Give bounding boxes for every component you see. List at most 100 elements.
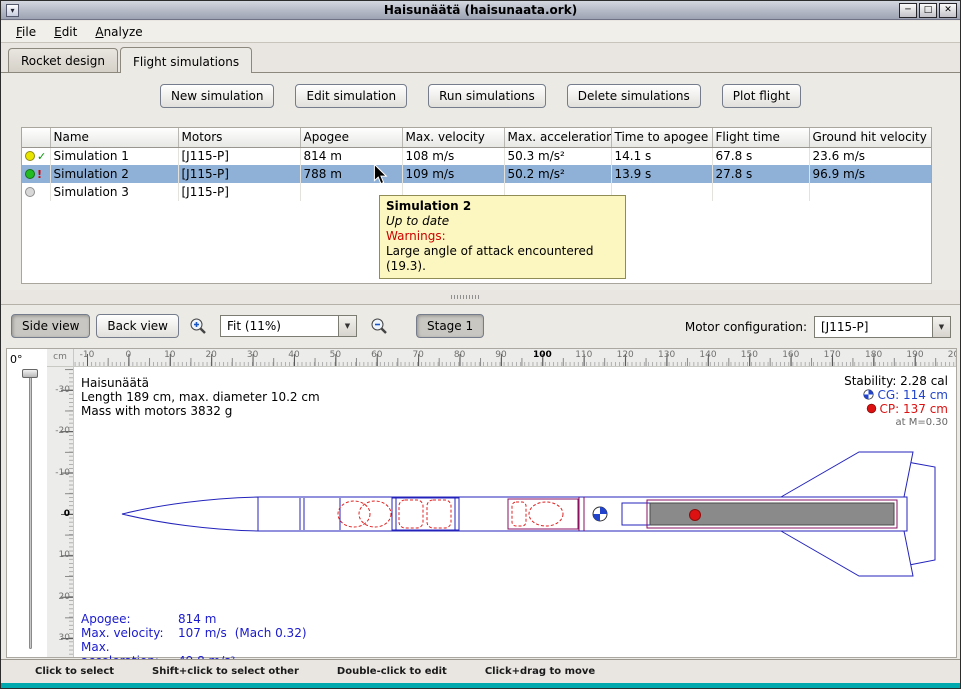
v-ruler-label: -30 bbox=[55, 385, 70, 395]
stability-mach: at M=0.30 bbox=[844, 416, 948, 430]
cell-time-to-apogee[interactable]: 14.1 s bbox=[611, 147, 712, 165]
cell-time-to-apogee[interactable] bbox=[611, 183, 712, 201]
col-max-velocity[interactable]: Max. velocity bbox=[402, 128, 504, 147]
rotation-slider-handle[interactable] bbox=[22, 369, 38, 378]
h-ruler-label: 120 bbox=[617, 350, 634, 360]
cell-name[interactable]: Simulation 3 bbox=[50, 183, 178, 201]
mouse-cursor-icon bbox=[373, 164, 390, 189]
new-simulation-button[interactable]: New simulation bbox=[160, 84, 275, 108]
zoom-out-button[interactable] bbox=[366, 314, 392, 338]
h-ruler-label: 60 bbox=[371, 350, 382, 360]
col-ground-hit-velocity[interactable]: Ground hit velocity bbox=[809, 128, 931, 147]
cell-max-acceleration[interactable]: 50.2 m/s² bbox=[504, 165, 611, 183]
v-ruler-label: -20 bbox=[55, 426, 70, 436]
status-cell: ✓ bbox=[22, 147, 50, 165]
rocket-mass: Mass with motors 3832 g bbox=[81, 404, 320, 418]
cell-motors[interactable]: [J115-P] bbox=[178, 165, 300, 183]
cell-name[interactable]: Simulation 2 bbox=[50, 165, 178, 183]
zoom-select[interactable]: Fit (11%) ▼ bbox=[220, 315, 357, 337]
cell-flight-time[interactable]: 67.8 s bbox=[712, 147, 809, 165]
cell-ground-hit-velocity[interactable] bbox=[809, 183, 931, 201]
tab-rocket-design[interactable]: Rocket design bbox=[8, 48, 118, 72]
h-ruler-label: 110 bbox=[575, 350, 592, 360]
cp-value: CP: 137 cm bbox=[880, 402, 948, 416]
side-view-button[interactable]: Side view bbox=[11, 314, 90, 338]
tooltip-title: Simulation 2 bbox=[386, 199, 619, 214]
col-apogee[interactable]: Apogee bbox=[300, 128, 402, 147]
menu-file[interactable]: File bbox=[7, 22, 45, 42]
run-simulations-button[interactable]: Run simulations bbox=[428, 84, 546, 108]
col-status[interactable] bbox=[22, 128, 50, 147]
h-ruler-label: 170 bbox=[824, 350, 841, 360]
tooltip-state: Up to date bbox=[386, 214, 619, 229]
simulation-actions: New simulation Edit simulation Run simul… bbox=[1, 84, 960, 108]
menu-edit[interactable]: Edit bbox=[45, 22, 86, 42]
h-ruler-label: 130 bbox=[658, 350, 675, 360]
col-time-to-apogee[interactable]: Time to apogee bbox=[611, 128, 712, 147]
cell-apogee[interactable]: 814 m bbox=[300, 147, 402, 165]
apogee-value: 814 m bbox=[178, 612, 216, 626]
cell-max-acceleration[interactable]: 50.3 m/s² bbox=[504, 147, 611, 165]
cg-icon bbox=[863, 389, 874, 400]
col-name[interactable]: Name bbox=[50, 128, 178, 147]
cell-motors[interactable]: [J115-P] bbox=[178, 147, 300, 165]
v-ruler-label: 20 bbox=[59, 592, 70, 602]
cell-time-to-apogee[interactable]: 13.9 s bbox=[611, 165, 712, 183]
motor-configuration-label: Motor configuration: bbox=[685, 320, 807, 334]
max-velocity-label: Max. velocity: bbox=[81, 626, 178, 640]
h-ruler-label: 90 bbox=[495, 350, 506, 360]
zoom-in-button[interactable] bbox=[185, 314, 211, 338]
col-flight-time[interactable]: Flight time bbox=[712, 128, 809, 147]
menu-bar: File Edit Analyze bbox=[1, 21, 960, 43]
chevron-down-icon[interactable]: ▼ bbox=[338, 316, 356, 336]
motor bbox=[650, 503, 894, 525]
status-cell bbox=[22, 183, 50, 201]
col-max-acceleration[interactable]: Max. acceleration bbox=[504, 128, 611, 147]
tab-flight-simulations[interactable]: Flight simulations bbox=[120, 47, 252, 73]
stage-1-toggle[interactable]: Stage 1 bbox=[416, 314, 484, 338]
h-ruler-label: 160 bbox=[782, 350, 799, 360]
cell-max-velocity[interactable]: 108 m/s bbox=[402, 147, 504, 165]
maximize-button[interactable]: □ bbox=[919, 3, 937, 18]
delete-simulations-button[interactable]: Delete simulations bbox=[567, 84, 701, 108]
cell-flight-time[interactable] bbox=[712, 183, 809, 201]
menu-analyze[interactable]: Analyze bbox=[86, 22, 151, 42]
cell-ground-hit-velocity[interactable]: 23.6 m/s bbox=[809, 147, 931, 165]
back-view-button[interactable]: Back view bbox=[96, 314, 179, 338]
h-ruler: -100102030405060708090100110120130140150… bbox=[74, 349, 956, 367]
close-button[interactable]: ✕ bbox=[939, 3, 957, 18]
v-ruler: -30-20-100102030 bbox=[47, 367, 74, 657]
warning-icon: ! bbox=[37, 168, 42, 181]
split-pane-divider[interactable] bbox=[1, 290, 960, 304]
cell-ground-hit-velocity[interactable]: 96.9 m/s bbox=[809, 165, 931, 183]
edit-simulation-button[interactable]: Edit simulation bbox=[295, 84, 407, 108]
nose-cone bbox=[122, 497, 258, 531]
cell-motors[interactable]: [J115-P] bbox=[178, 183, 300, 201]
table-row-simulation-1[interactable]: ✓ Simulation 1 [J115-P] 814 m 108 m/s 50… bbox=[22, 147, 931, 165]
col-motors[interactable]: Motors bbox=[178, 128, 300, 147]
apogee-label: Apogee: bbox=[81, 612, 178, 626]
divider-grip-icon[interactable] bbox=[451, 295, 479, 299]
motor-configuration-select[interactable]: [J115-P] ▼ bbox=[814, 316, 951, 338]
h-ruler-label: 30 bbox=[247, 350, 258, 360]
h-ruler-label: 70 bbox=[412, 350, 423, 360]
rocket-summary: Haisunäätä Length 189 cm, max. diameter … bbox=[81, 376, 320, 418]
cell-flight-time[interactable]: 27.8 s bbox=[712, 165, 809, 183]
minimize-button[interactable]: ─ bbox=[899, 3, 917, 18]
h-ruler-label: 140 bbox=[699, 350, 716, 360]
h-ruler-label: 10 bbox=[164, 350, 175, 360]
h-ruler-label: 80 bbox=[454, 350, 465, 360]
chevron-down-icon[interactable]: ▼ bbox=[932, 317, 950, 337]
rocket-canvas[interactable]: Haisunäätä Length 189 cm, max. diameter … bbox=[74, 367, 956, 657]
plot-flight-button[interactable]: Plot flight bbox=[722, 84, 801, 108]
hint-click-drag: Click+drag to move bbox=[485, 666, 595, 677]
cell-max-velocity[interactable]: 109 m/s bbox=[402, 165, 504, 183]
cell-name[interactable]: Simulation 1 bbox=[50, 147, 178, 165]
h-ruler-label: 40 bbox=[288, 350, 299, 360]
table-row-simulation-2[interactable]: ! Simulation 2 [J115-P] 788 m 109 m/s 50… bbox=[22, 165, 931, 183]
rotation-slider[interactable] bbox=[29, 373, 32, 649]
title-bar: ▾ Haisunäätä (haisunaata.ork) ─ □ ✕ bbox=[1, 1, 960, 20]
max-velocity-value: 107 m/s bbox=[178, 626, 227, 640]
rocket-drawing-area: 0° cm -100102030405060708090100110120130… bbox=[6, 348, 957, 658]
status-cell: ! bbox=[22, 165, 50, 183]
